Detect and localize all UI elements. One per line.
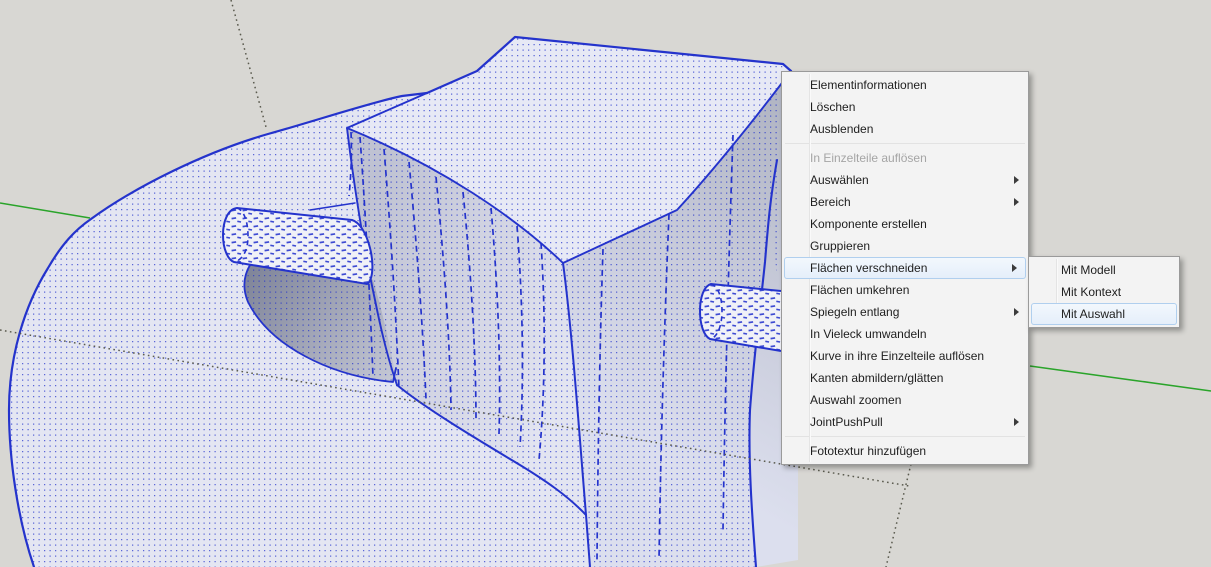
- menu-item-bereich[interactable]: Bereich: [782, 191, 1028, 213]
- menu-item-label: Mit Auswahl: [1061, 307, 1125, 321]
- menu-item-label: Fototextur hinzufügen: [810, 444, 926, 458]
- menu-item-auswaehlen[interactable]: Auswählen: [782, 169, 1028, 191]
- submenu-arrow-icon: [1014, 198, 1019, 206]
- menu-item-flaechen-verschneiden[interactable]: Flächen verschneiden: [784, 257, 1026, 279]
- menu-item-label: Flächen umkehren: [810, 283, 909, 297]
- menu-item-label: Auswählen: [810, 173, 869, 187]
- menu-item-label: Spiegeln entlang: [810, 305, 899, 319]
- menu-item-gruppieren[interactable]: Gruppieren: [782, 235, 1028, 257]
- menu-item-flaechen-umkehren[interactable]: Flächen umkehren: [782, 279, 1028, 301]
- submenu-item-mit-auswahl[interactable]: Mit Auswahl: [1031, 303, 1177, 325]
- submenu-item-mit-kontext[interactable]: Mit Kontext: [1029, 281, 1179, 303]
- menu-item-label: JointPushPull: [810, 415, 883, 429]
- submenu-arrow-icon: [1012, 264, 1017, 272]
- menu-item-kanten-abmildern-glaetten[interactable]: Kanten abmildern/glätten: [782, 367, 1028, 389]
- submenu-item-mit-modell[interactable]: Mit Modell: [1029, 259, 1179, 281]
- menu-item-kurve-in-ihre-einzelteile-aufloesen[interactable]: Kurve in ihre Einzelteile auflösen: [782, 345, 1028, 367]
- menu-item-label: Gruppieren: [810, 239, 870, 253]
- menu-item-label: Bereich: [810, 195, 851, 209]
- menu-item-komponente-erstellen[interactable]: Komponente erstellen: [782, 213, 1028, 235]
- submenu-arrow-icon: [1014, 418, 1019, 426]
- intersect-submenu: Mit Modell Mit Kontext Mit Auswahl: [1028, 256, 1180, 328]
- menu-item-label: Ausblenden: [810, 122, 873, 136]
- menu-item-jointpushpull[interactable]: JointPushPull: [782, 411, 1028, 433]
- menu-item-ausblenden[interactable]: Ausblenden: [782, 118, 1028, 140]
- menu-item-label: Auswahl zoomen: [810, 393, 901, 407]
- sketchup-window: Elementinformationen Löschen Ausblenden …: [0, 0, 1211, 567]
- menu-item-fototextur-hinzufuegen[interactable]: Fototextur hinzufügen: [782, 440, 1028, 462]
- menu-item-in-einzelteile-aufloesen: In Einzelteile auflösen: [782, 147, 1028, 169]
- context-menu: Elementinformationen Löschen Ausblenden …: [781, 71, 1029, 465]
- menu-separator: [785, 436, 1025, 437]
- menu-item-label: Mit Modell: [1061, 263, 1116, 277]
- menu-item-label: Komponente erstellen: [810, 217, 927, 231]
- menu-item-label: Kurve in ihre Einzelteile auflösen: [810, 349, 984, 363]
- submenu-arrow-icon: [1014, 176, 1019, 184]
- menu-item-in-vieleck-umwandeln[interactable]: In Vieleck umwandeln: [782, 323, 1028, 345]
- menu-item-elementinformationen[interactable]: Elementinformationen: [782, 74, 1028, 96]
- menu-item-label: Elementinformationen: [810, 78, 927, 92]
- submenu-arrow-icon: [1014, 308, 1019, 316]
- menu-item-label: Flächen verschneiden: [810, 261, 927, 275]
- menu-item-label: In Vieleck umwandeln: [810, 327, 927, 341]
- menu-item-label: In Einzelteile auflösen: [810, 151, 927, 165]
- menu-item-loeschen[interactable]: Löschen: [782, 96, 1028, 118]
- menu-item-spiegeln-entlang[interactable]: Spiegeln entlang: [782, 301, 1028, 323]
- menu-separator: [785, 143, 1025, 144]
- menu-item-label: Löschen: [810, 100, 855, 114]
- menu-item-label: Mit Kontext: [1061, 285, 1121, 299]
- menu-item-label: Kanten abmildern/glätten: [810, 371, 943, 385]
- menu-item-auswahl-zoomen[interactable]: Auswahl zoomen: [782, 389, 1028, 411]
